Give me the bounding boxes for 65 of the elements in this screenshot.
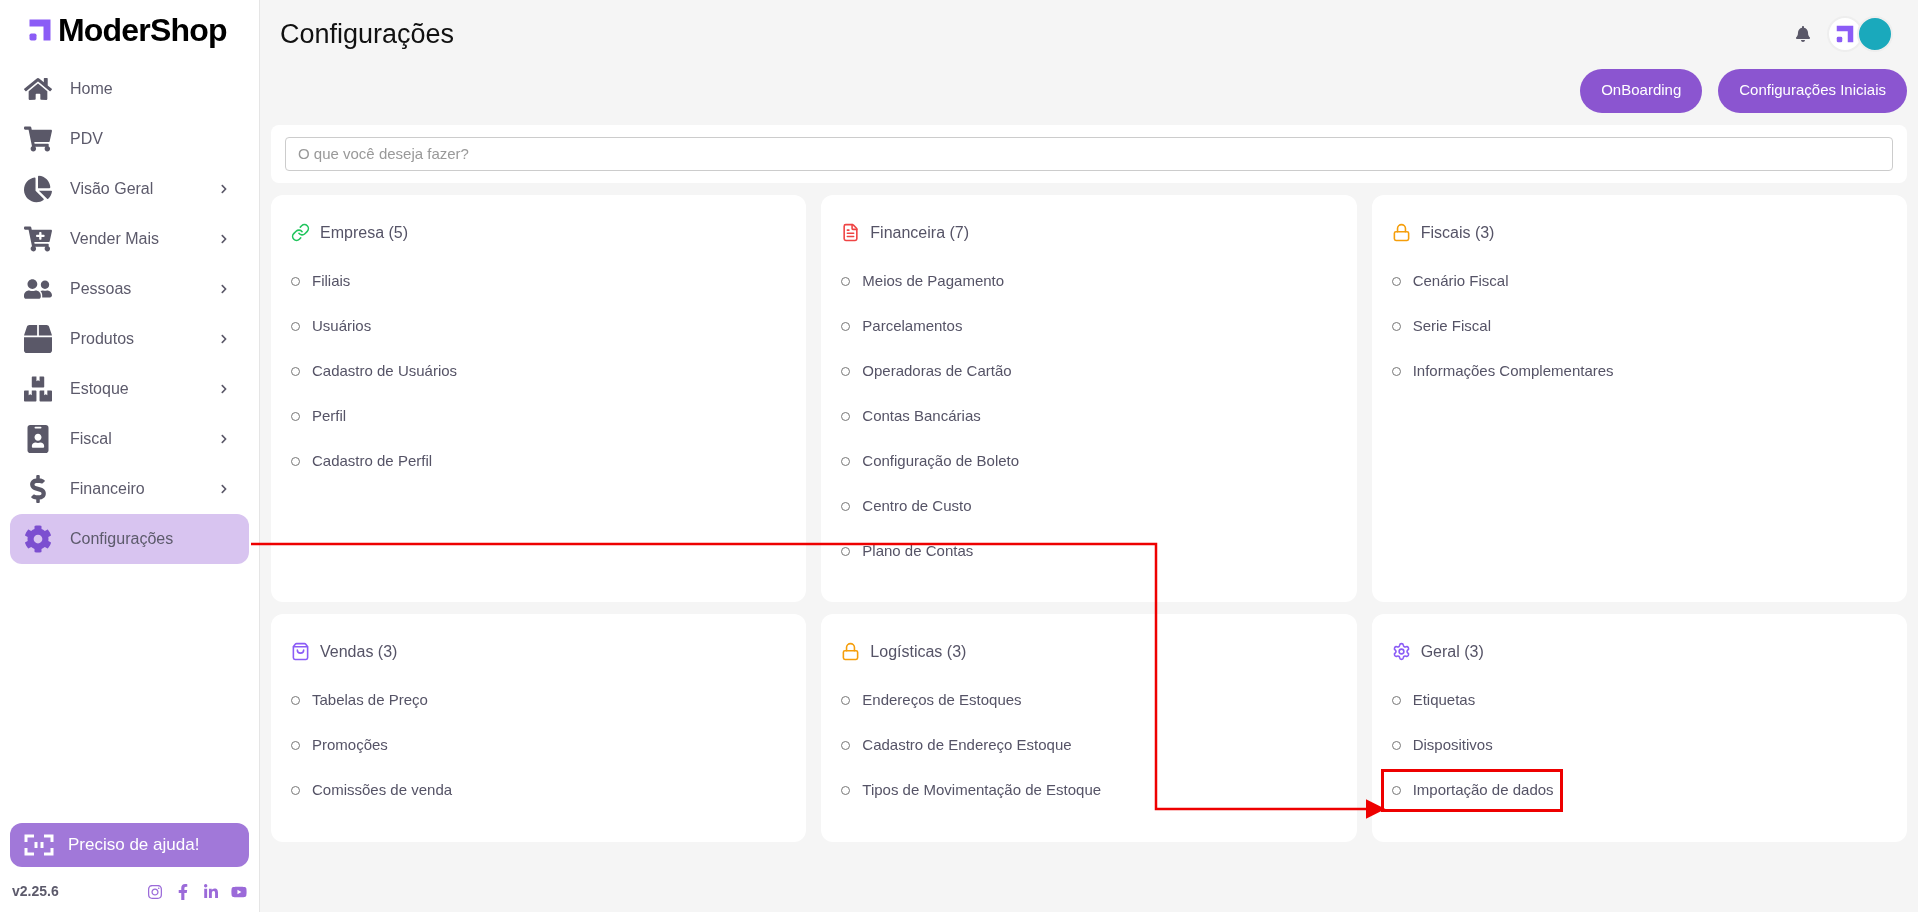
- settings-link[interactable]: Comissões de venda: [283, 771, 459, 809]
- card-title: Fiscais (3): [1420, 222, 1495, 243]
- settings-icon: [24, 525, 52, 553]
- settings-link[interactable]: Usuários: [283, 307, 378, 345]
- chevron-icon: [219, 234, 229, 244]
- settings-link[interactable]: Cenário Fiscal: [1383, 262, 1515, 300]
- brand-name: ModerShop: [58, 14, 227, 46]
- sidebar-item[interactable]: Home: [10, 64, 249, 114]
- settings-link[interactable]: Serie Fiscal: [1383, 307, 1497, 345]
- settings-link[interactable]: Importação de dados: [1383, 771, 1560, 809]
- settings-link[interactable]: Tipos de Movimentação de Estoque: [833, 771, 1108, 809]
- home-icon: [24, 75, 52, 103]
- sidebar-item[interactable]: Financeiro: [10, 464, 249, 514]
- settings-link[interactable]: Filiais: [283, 262, 357, 300]
- settings-link[interactable]: Perfil: [283, 397, 353, 435]
- settings-link[interactable]: Cadastro de Usuários: [283, 352, 464, 390]
- settings-link[interactable]: Cadastro de Endereço Estoque: [833, 726, 1078, 764]
- sidebar-item[interactable]: Visão Geral: [10, 164, 249, 214]
- cart-plus-icon: [24, 225, 52, 253]
- header-button[interactable]: Configurações Iniciais: [1718, 68, 1907, 113]
- box-icon: [24, 325, 52, 353]
- bell-icon[interactable]: [1795, 26, 1811, 43]
- scan-icon: [24, 832, 54, 858]
- chevron-icon: [219, 334, 229, 344]
- settings-link[interactable]: Parcelamentos: [833, 307, 969, 345]
- version-label: v2.25.6: [12, 882, 60, 901]
- chevron-icon: [219, 384, 229, 394]
- card-title: Empresa (5): [320, 222, 409, 243]
- search-field[interactable]: O que você deseja fazer?: [285, 136, 1893, 171]
- card-title: Financeira (7): [870, 222, 970, 243]
- sidebar-item[interactable]: Produtos: [10, 314, 249, 364]
- pie-chart-icon: [24, 175, 52, 203]
- settings-link[interactable]: Promoções: [283, 726, 394, 764]
- settings-link[interactable]: Contas Bancárias: [833, 397, 987, 435]
- cart-icon: [24, 125, 52, 153]
- sidebar-item[interactable]: Vender Mais: [10, 214, 249, 264]
- settings-link[interactable]: Centro de Custo: [833, 487, 978, 525]
- card-title: Geral (3): [1420, 641, 1484, 662]
- instagram-icon[interactable]: [147, 883, 163, 900]
- settings-link[interactable]: Informações Complementares: [1383, 352, 1620, 390]
- card-title: Logísticas (3): [870, 641, 967, 662]
- linkedin-icon[interactable]: [203, 883, 219, 900]
- settings-link[interactable]: Operadoras de Cartão: [833, 352, 1018, 390]
- page-title: Configurações: [280, 18, 456, 51]
- chevron-icon: [219, 484, 229, 494]
- chevron-icon: [219, 184, 229, 194]
- sidebar-item[interactable]: Configurações: [10, 514, 249, 564]
- sidebar-item[interactable]: Estoque: [10, 364, 249, 414]
- card-title: Vendas (3): [320, 641, 398, 662]
- settings-link[interactable]: Meios de Pagamento: [833, 262, 1011, 300]
- sidebar-item[interactable]: PDV: [10, 114, 249, 164]
- settings-link[interactable]: Configuração de Boleto: [833, 442, 1026, 480]
- user-avatar[interactable]: [1857, 16, 1893, 53]
- settings-link[interactable]: Tabelas de Preço: [283, 681, 434, 719]
- sidebar-item[interactable]: Pessoas: [10, 264, 249, 314]
- chevron-icon: [219, 284, 229, 294]
- header-button[interactable]: OnBoarding: [1580, 68, 1703, 113]
- boxes-icon: [24, 375, 52, 403]
- settings-link[interactable]: Plano de Contas: [833, 532, 980, 570]
- sidebar-item[interactable]: Fiscal: [10, 414, 249, 464]
- settings-link[interactable]: Endereços de Estoques: [833, 681, 1028, 719]
- chevron-icon: [219, 434, 229, 444]
- settings-link[interactable]: Dispositivos: [1383, 726, 1499, 764]
- settings-link[interactable]: Etiquetas: [1383, 681, 1482, 719]
- settings-link[interactable]: Cadastro de Perfil: [283, 442, 439, 480]
